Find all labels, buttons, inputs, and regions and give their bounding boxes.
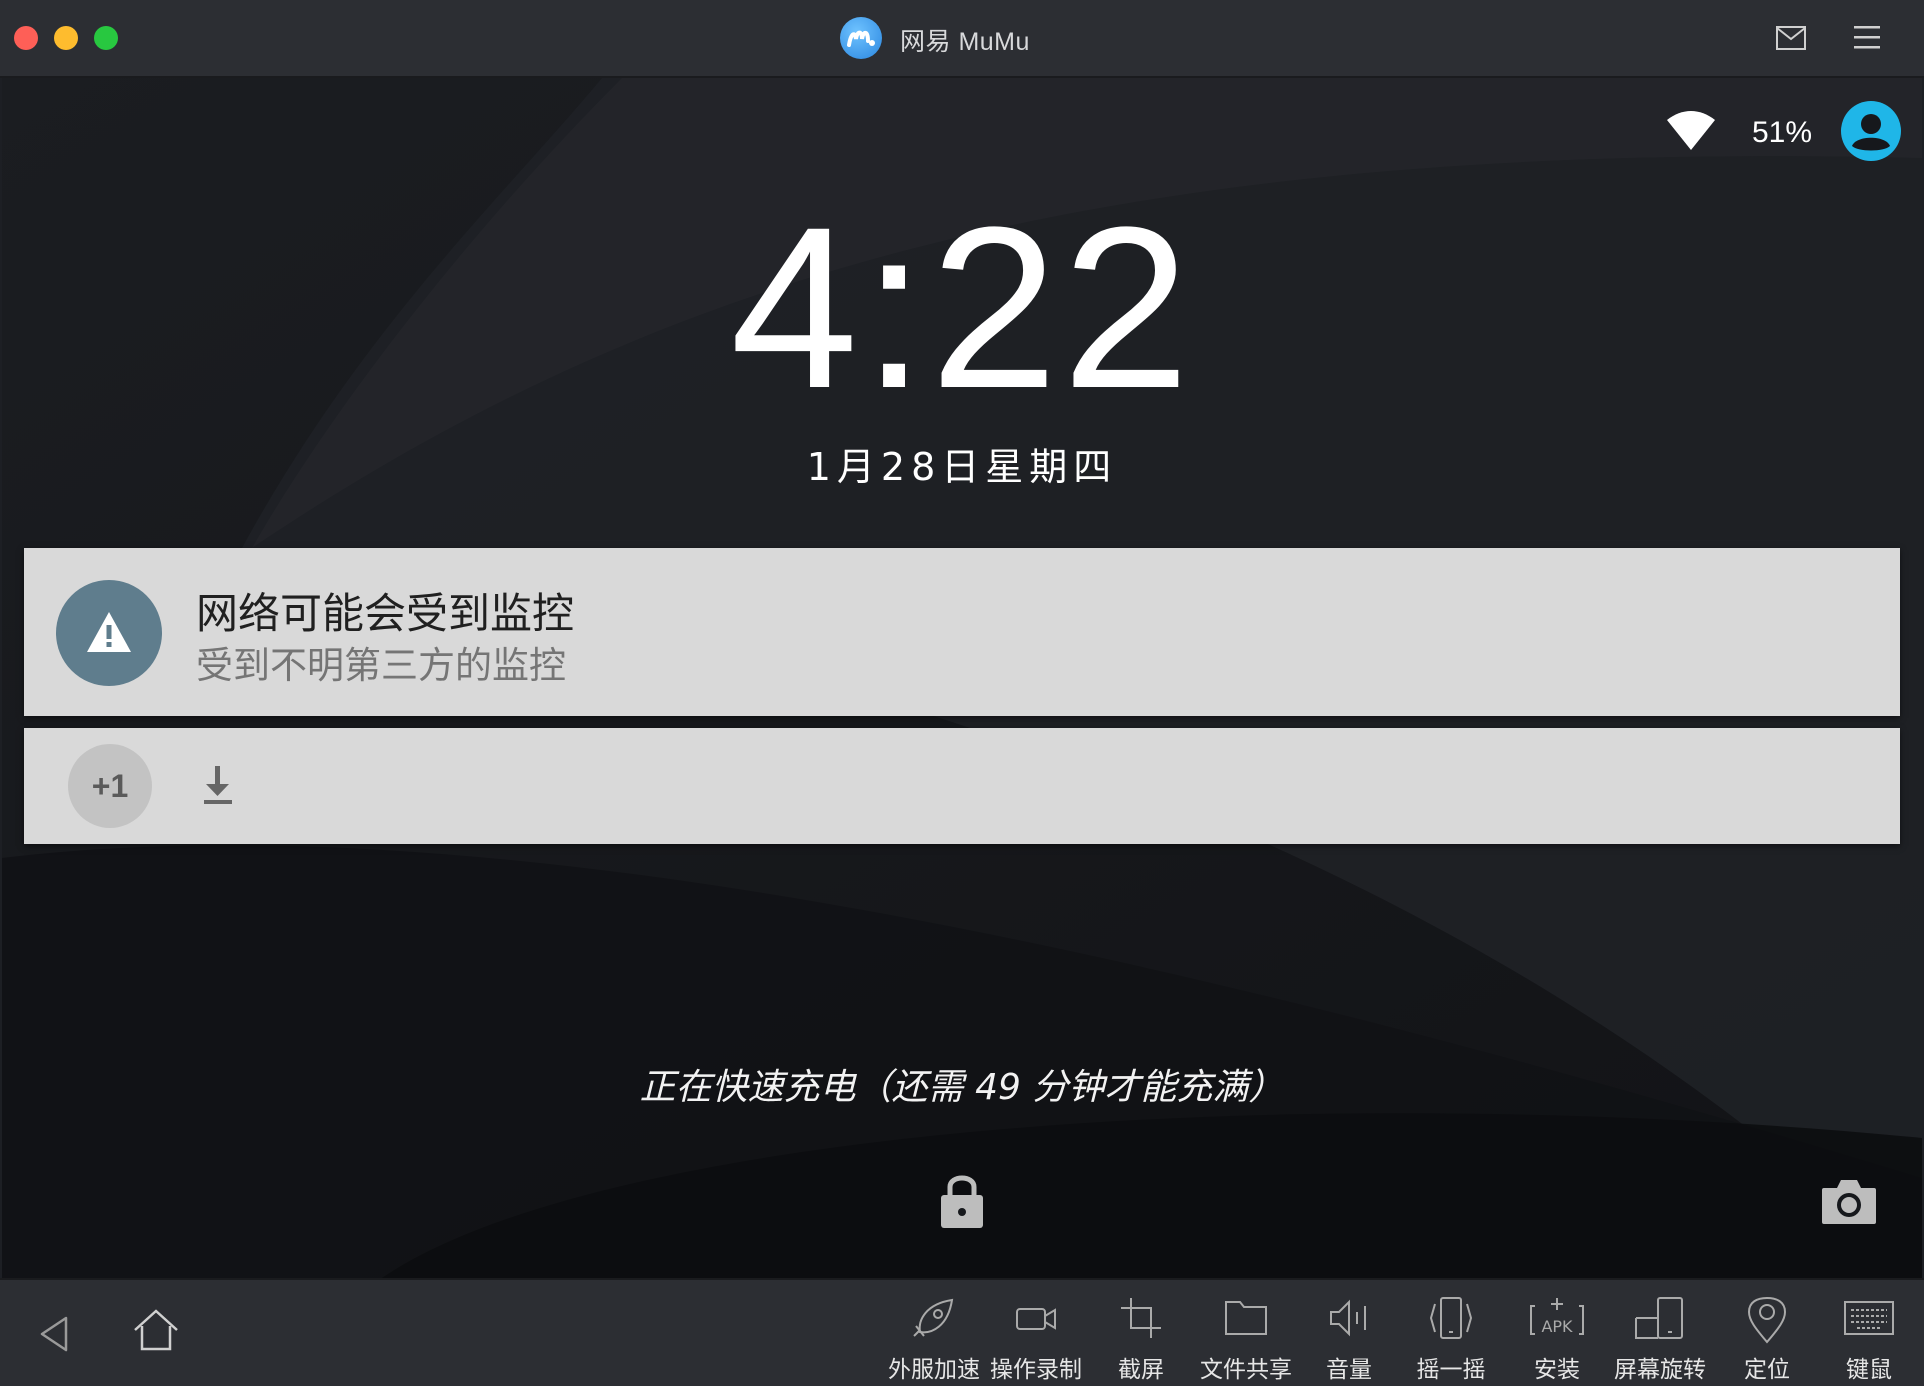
battery-level: 51% — [1752, 116, 1813, 149]
tool-volume[interactable]: 音量 — [1314, 1280, 1384, 1386]
tool-shake[interactable]: 摇一摇 — [1406, 1280, 1496, 1386]
lock-screen[interactable]: 51% 4:22 1月28日星期四 网络可能会受到监控 受到不明第三方的监控 +… — [2, 78, 1922, 1278]
wifi-icon — [1667, 111, 1715, 150]
lock-clock: 4:22 — [730, 179, 1194, 436]
lock-date: 1月28日星期四 — [806, 445, 1118, 489]
maximize-window-button[interactable] — [94, 26, 118, 50]
tool-label: 屏幕旋转 — [1614, 1357, 1706, 1383]
tool-install-apk[interactable]: APK 安装 — [1522, 1280, 1592, 1386]
rocket-icon — [913, 1298, 954, 1337]
bottom-toolbar: 外服加速 操作录制 截屏 文件共享 音量 摇一摇 APK 安装 屏幕旋转 定位 … — [0, 1278, 1924, 1386]
more-notifications-badge: +1 — [68, 744, 152, 828]
download-icon — [204, 766, 232, 804]
folder-icon — [1225, 1301, 1267, 1335]
tool-label: 摇一摇 — [1416, 1357, 1486, 1383]
notification-title: 网络可能会受到监控 — [196, 589, 575, 638]
tool-label: 外服加速 — [888, 1357, 980, 1383]
mail-icon[interactable] — [1776, 26, 1806, 50]
tool-location[interactable]: 定位 — [1732, 1280, 1802, 1386]
notification-text: 受到不明第三方的监控 — [196, 644, 566, 687]
rotate-screen-icon — [1635, 1297, 1683, 1339]
charging-status: 正在快速充电（还需 49 分钟才能充满） — [639, 1067, 1285, 1108]
tool-keyboard-mouse[interactable]: 键鼠 — [1834, 1280, 1904, 1386]
notification-download[interactable]: +1 — [24, 728, 1900, 844]
location-pin-icon — [1747, 1296, 1787, 1344]
title-bar: 网易 MuMu — [0, 0, 1924, 78]
speaker-icon — [1330, 1299, 1366, 1337]
keyboard-icon — [1844, 1301, 1894, 1335]
video-camera-icon — [1016, 1308, 1056, 1330]
tool-record[interactable]: 操作录制 — [986, 1280, 1086, 1386]
tool-label: 定位 — [1744, 1357, 1790, 1383]
tool-label: 截屏 — [1118, 1357, 1164, 1383]
tool-label: 操作录制 — [990, 1357, 1082, 1383]
user-icon[interactable] — [1840, 100, 1902, 162]
menu-icon[interactable] — [1852, 22, 1882, 52]
apk-icon: APK — [1530, 1298, 1584, 1336]
mumu-logo-icon — [840, 17, 882, 59]
notification-network-monitoring[interactable]: 网络可能会受到监控 受到不明第三方的监控 — [24, 548, 1900, 716]
svg-text:APK: APK — [1541, 1317, 1573, 1336]
tool-file-share[interactable]: 文件共享 — [1196, 1280, 1296, 1386]
warning-icon — [56, 580, 162, 686]
home-icon[interactable] — [132, 1308, 180, 1352]
camera-icon[interactable] — [1820, 1176, 1878, 1226]
tool-label: 文件共享 — [1200, 1357, 1292, 1383]
tool-accelerate[interactable]: 外服加速 — [884, 1280, 984, 1386]
tool-label: 音量 — [1326, 1357, 1372, 1383]
tool-label: 键鼠 — [1846, 1357, 1892, 1383]
close-window-button[interactable] — [14, 26, 38, 50]
crop-icon — [1121, 1298, 1161, 1338]
tool-screenshot[interactable]: 截屏 — [1106, 1280, 1176, 1386]
tool-rotate[interactable]: 屏幕旋转 — [1610, 1280, 1710, 1386]
app-title: 网易 MuMu — [900, 28, 1030, 56]
tool-label: 安装 — [1534, 1357, 1580, 1383]
lock-icon[interactable] — [938, 1172, 986, 1230]
minimize-window-button[interactable] — [54, 26, 78, 50]
shake-phone-icon — [1429, 1297, 1473, 1339]
back-icon[interactable] — [38, 1314, 70, 1354]
